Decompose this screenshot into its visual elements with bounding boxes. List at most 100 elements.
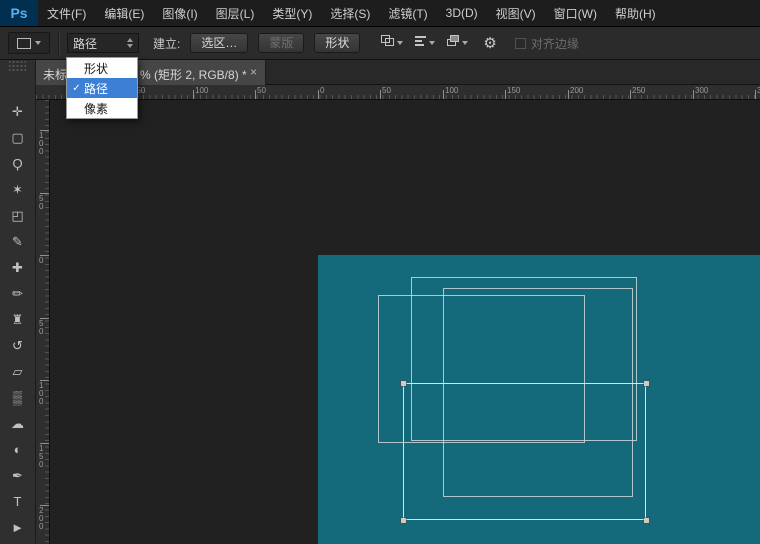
gradient-tool[interactable]: ▒ bbox=[0, 384, 35, 410]
path-selection-tool[interactable]: ► bbox=[0, 514, 35, 540]
menu-item[interactable]: 窗口(W) bbox=[545, 0, 606, 26]
healing-brush-tool[interactable]: ✚ bbox=[0, 254, 35, 280]
ruler-tick bbox=[193, 90, 194, 99]
menu-item[interactable]: 选择(S) bbox=[321, 0, 379, 26]
mode-popup: 形状✓路径像素 bbox=[66, 57, 138, 119]
clone-stamp-tool[interactable]: ♜ bbox=[0, 306, 35, 332]
ruler-label: 0 bbox=[320, 86, 324, 95]
menu-item[interactable]: 图层(L) bbox=[207, 0, 264, 26]
ruler-label: 100 bbox=[195, 86, 208, 95]
dodge-tool[interactable]: ◐ bbox=[0, 436, 35, 462]
mode-menu-item[interactable]: 像素 bbox=[67, 98, 137, 118]
options-icons bbox=[372, 32, 471, 54]
path-anchor-point[interactable] bbox=[644, 381, 649, 386]
horizontal-ruler[interactable]: 15010050050100150200250300350 bbox=[36, 85, 760, 100]
menu-item[interactable]: 3D(D) bbox=[437, 0, 487, 26]
checkmark-icon: ✓ bbox=[71, 83, 82, 94]
photoshop-logo: Ps bbox=[0, 0, 38, 26]
menu-bar: Ps 文件(F)编辑(E)图像(I)图层(L)类型(Y)选择(S)滤镜(T)3D… bbox=[0, 0, 760, 27]
drawing-mode-value: 路径 bbox=[73, 35, 97, 52]
ruler-tick bbox=[318, 90, 319, 99]
path-operations-button[interactable] bbox=[377, 32, 405, 54]
path-anchor-point[interactable] bbox=[401, 518, 406, 523]
path-anchor-point[interactable] bbox=[644, 518, 649, 523]
align-edges-checkbox bbox=[515, 38, 526, 49]
path-alignment-button[interactable] bbox=[410, 32, 438, 54]
ruler-label: 50 bbox=[257, 86, 266, 95]
blur-tool[interactable]: ☁ bbox=[0, 410, 35, 436]
gear-icon[interactable]: ⚙ bbox=[483, 36, 496, 51]
chevron-down-icon bbox=[35, 41, 41, 45]
eyedropper-tool[interactable]: ✎ bbox=[0, 228, 35, 254]
ruler-label: 2 0 0 bbox=[39, 507, 43, 531]
ruler-label: 0 bbox=[39, 257, 43, 265]
path-arrangement-button[interactable] bbox=[443, 32, 471, 54]
tab-title-left: 未标 bbox=[43, 66, 67, 83]
mode-menu-item[interactable]: ✓路径 bbox=[67, 78, 137, 98]
menu-item[interactable]: 文件(F) bbox=[38, 0, 95, 26]
ruler-tick bbox=[755, 90, 756, 99]
marquee-tool[interactable]: ▢ bbox=[0, 124, 35, 150]
menu-item[interactable]: 视图(V) bbox=[487, 0, 545, 26]
path-alignment-icon bbox=[414, 34, 427, 52]
ruler-tick bbox=[693, 90, 694, 99]
ruler-tick bbox=[505, 90, 506, 99]
eraser-tool[interactable]: ▱ bbox=[0, 358, 35, 384]
ruler-label: 250 bbox=[632, 86, 645, 95]
make-selection-button[interactable]: 选区… bbox=[190, 33, 248, 53]
tool-preset-picker[interactable] bbox=[8, 32, 50, 54]
make-mask-button: 蒙版 bbox=[258, 33, 304, 53]
make-buttons: 选区… 蒙版形状 bbox=[180, 33, 360, 53]
ruler-label: 1 5 0 bbox=[39, 445, 43, 469]
ruler-tick bbox=[630, 90, 631, 99]
ruler-label: 5 0 bbox=[39, 320, 43, 336]
ruler-label: 150 bbox=[507, 86, 520, 95]
tab-title-right: % (矩形 2, RGB/8) * bbox=[140, 66, 247, 83]
ruler-label: 50 bbox=[382, 86, 391, 95]
ruler-label: 200 bbox=[570, 86, 583, 95]
options-bar: 路径 建立: 选区… 蒙版形状 ⚙ 对齐边缘 bbox=[0, 27, 760, 60]
selected-path-rectangle[interactable] bbox=[403, 383, 646, 520]
chevron-down-icon bbox=[462, 41, 468, 45]
chevron-down-icon bbox=[397, 41, 403, 45]
ruler-tick bbox=[443, 90, 444, 99]
menu-item[interactable]: 图像(I) bbox=[153, 0, 206, 26]
brush-tool[interactable]: ✏ bbox=[0, 280, 35, 306]
ruler-label: 100 bbox=[445, 86, 458, 95]
tools-panel: ✛▢Ϙ✶◰✎✚✏♜↺▱▒☁◐✒T► bbox=[0, 60, 36, 544]
ruler-label: 300 bbox=[695, 86, 708, 95]
make-label: 建立: bbox=[153, 35, 180, 52]
make-shape-button[interactable]: 形状 bbox=[314, 33, 360, 53]
path-operations-icon bbox=[380, 34, 395, 52]
history-brush-tool[interactable]: ↺ bbox=[0, 332, 35, 358]
type-tool[interactable]: T bbox=[0, 488, 35, 514]
separator bbox=[58, 31, 60, 55]
move-tool[interactable]: ✛ bbox=[0, 98, 35, 124]
ruler-tick bbox=[380, 90, 381, 99]
mode-menu-item-label: 像素 bbox=[84, 100, 108, 117]
drawing-mode-select[interactable]: 路径 bbox=[67, 33, 139, 53]
ruler-label: 1 0 0 bbox=[39, 132, 43, 156]
menu-item[interactable]: 滤镜(T) bbox=[379, 0, 436, 26]
tab-bar: 未标 % (矩形 2, RGB/8) * × bbox=[36, 60, 760, 85]
crop-tool[interactable]: ◰ bbox=[0, 202, 35, 228]
ruler-tick bbox=[255, 90, 256, 99]
path-anchor-point[interactable] bbox=[401, 381, 406, 386]
menubar-items: 文件(F)编辑(E)图像(I)图层(L)类型(Y)选择(S)滤镜(T)3D(D)… bbox=[38, 0, 665, 26]
menu-item[interactable]: 编辑(E) bbox=[95, 0, 153, 26]
tab-close-icon[interactable]: × bbox=[250, 65, 257, 79]
menu-item[interactable]: 类型(Y) bbox=[263, 0, 321, 26]
rectangle-tool-icon bbox=[17, 38, 31, 49]
magic-wand-tool[interactable]: ✶ bbox=[0, 176, 35, 202]
spinner-arrows-icon bbox=[127, 38, 133, 48]
tools-panel-grip[interactable] bbox=[9, 60, 26, 72]
mode-menu-item[interactable]: 形状 bbox=[67, 58, 137, 78]
ruler-label: 1 0 0 bbox=[39, 382, 43, 406]
mode-menu-item-label: 形状 bbox=[84, 60, 108, 77]
vertical-ruler[interactable]: 1 0 05 005 01 0 01 5 02 0 0 bbox=[36, 100, 50, 544]
pen-tool[interactable]: ✒ bbox=[0, 462, 35, 488]
menu-item[interactable]: 帮助(H) bbox=[606, 0, 665, 26]
mode-menu-item-label: 路径 bbox=[84, 80, 108, 97]
align-edges-label: 对齐边缘 bbox=[531, 35, 579, 52]
lasso-tool[interactable]: Ϙ bbox=[0, 150, 35, 176]
